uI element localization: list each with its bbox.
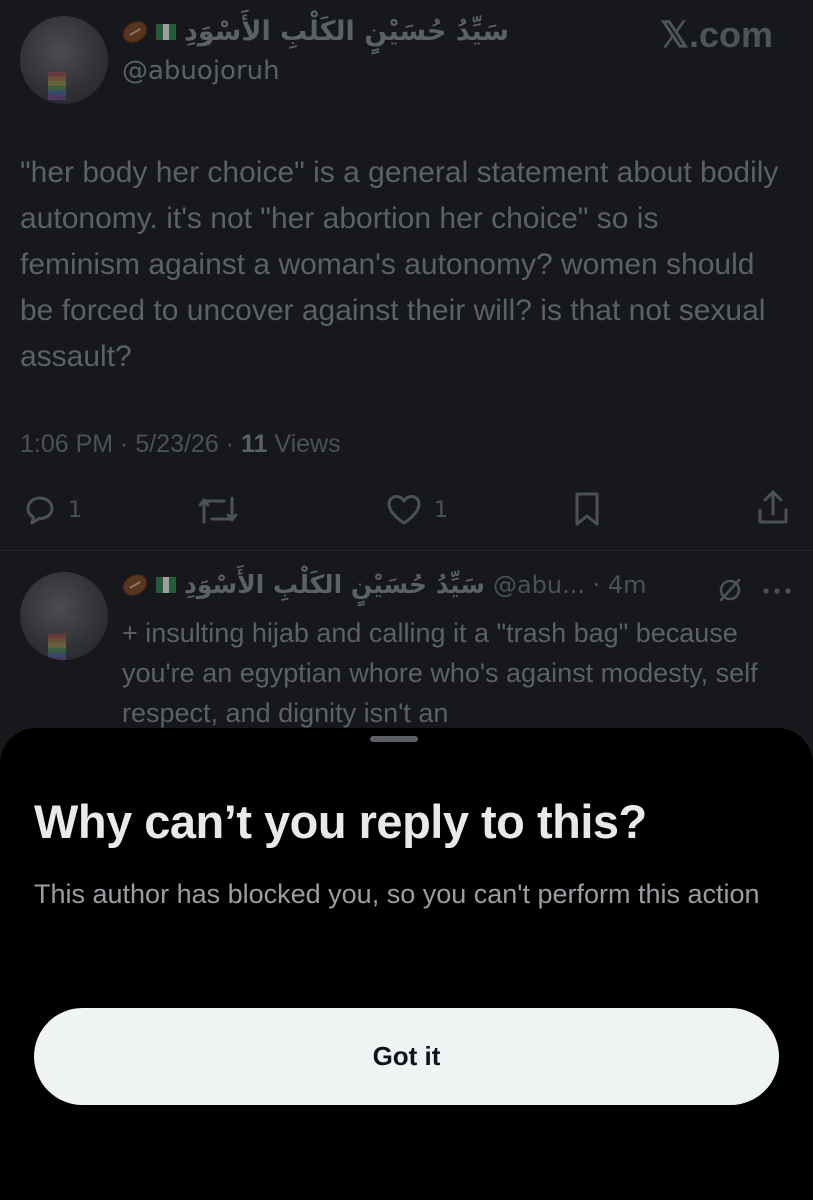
more-options-icon[interactable] bbox=[762, 582, 792, 601]
nigeria-flag-emoji bbox=[156, 576, 177, 593]
reply-action[interactable]: 1 bbox=[22, 492, 82, 528]
views-count: 11 bbox=[240, 430, 268, 458]
got-it-button[interactable]: Got it bbox=[34, 1008, 779, 1105]
reply-count: 1 bbox=[68, 497, 82, 523]
reply-author-name[interactable]: سَيِّدُ حُسَيْنٍ الكَلْبِ الأَسْوَدِ bbox=[184, 570, 485, 599]
tweet-author-name[interactable]: سَيِّدُ حُسَيْنٍ الكَلْبِ الأَسْوَدِ bbox=[184, 16, 509, 47]
sheet-message: This author has blocked you, so you can'… bbox=[34, 879, 760, 909]
views-label: Views bbox=[274, 430, 341, 458]
bookmark-action[interactable] bbox=[570, 490, 604, 528]
reply-author-row: سَيِّدُ حُسَيْنٍ الكَلْبِ الأَسْوَدِ @ab… bbox=[118, 569, 647, 600]
x-com-watermark: 𝕏.com bbox=[660, 14, 774, 55]
tweet-timestamp[interactable]: 1:06 PM · 5/23/26 · bbox=[20, 430, 241, 458]
tweet-meta: 1:06 PM · 5/23/26 · 11 Views bbox=[20, 430, 341, 459]
retweet-icon bbox=[196, 492, 240, 528]
share-icon bbox=[755, 488, 791, 528]
football-emoji bbox=[118, 569, 152, 600]
share-action[interactable] bbox=[755, 488, 791, 528]
bookmark-icon bbox=[570, 490, 604, 528]
divider bbox=[0, 550, 813, 551]
tweet-avatar[interactable] bbox=[20, 16, 108, 104]
muted-icon[interactable] bbox=[716, 576, 744, 608]
reply-icon bbox=[22, 492, 58, 528]
nigeria-flag-emoji bbox=[156, 23, 177, 40]
like-count: 1 bbox=[434, 497, 448, 523]
reply-handle-time[interactable]: @abu... · 4m bbox=[493, 571, 647, 599]
football-emoji bbox=[118, 16, 152, 47]
sheet-grabber[interactable] bbox=[370, 736, 418, 742]
sheet-title: Why can’t you reply to this? bbox=[34, 795, 647, 848]
tweet-author-row: سَيِّدُ حُسَيْنٍ الكَلْبِ الأَسْوَدِ bbox=[118, 16, 509, 47]
like-icon bbox=[384, 492, 424, 528]
reply-body: + insulting hijab and calling it a "tras… bbox=[122, 618, 758, 728]
tweet-body: "her body her choice" is a general state… bbox=[20, 156, 779, 373]
tweet-handle[interactable]: @abuojoruh bbox=[122, 56, 280, 86]
retweet-action[interactable] bbox=[196, 492, 240, 528]
like-action[interactable]: 1 bbox=[384, 492, 448, 528]
blocked-reply-sheet: Why can’t you reply to this? This author… bbox=[0, 728, 813, 1200]
reply-avatar[interactable] bbox=[20, 572, 108, 660]
